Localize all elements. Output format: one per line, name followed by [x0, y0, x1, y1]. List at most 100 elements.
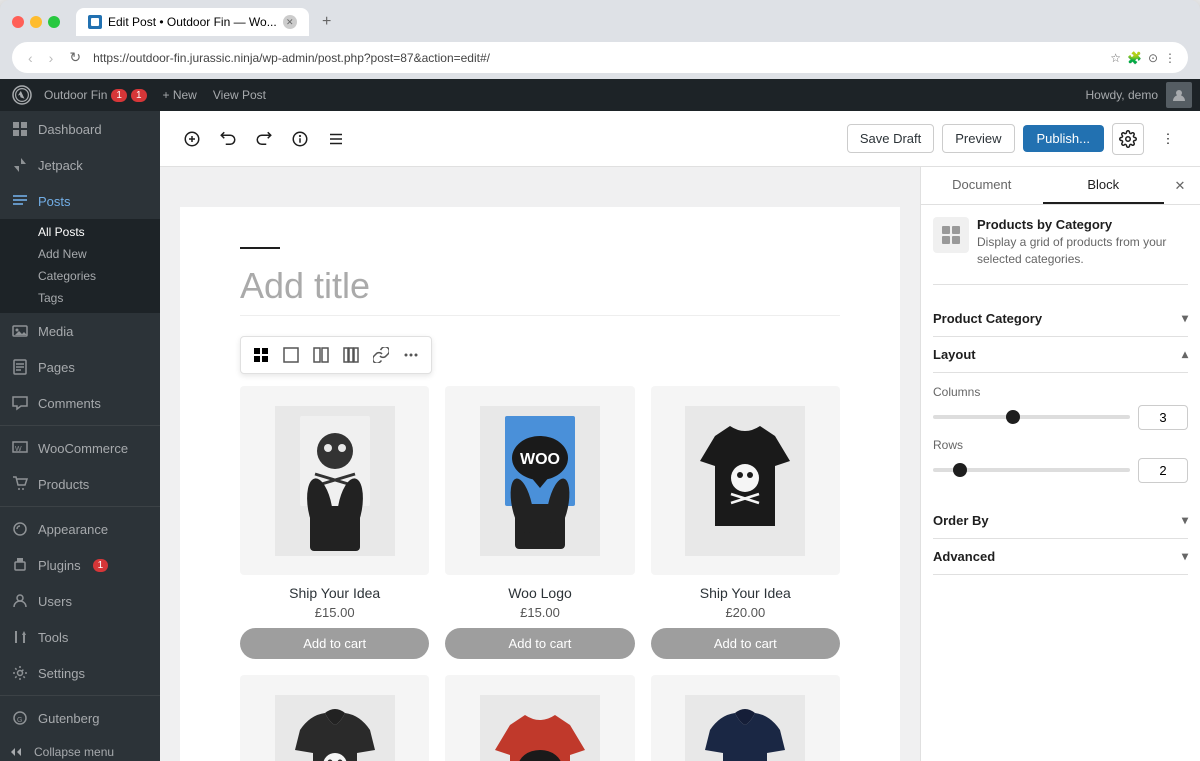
tab-bar: Edit Post • Outdoor Fin — Wo... ✕ + [76, 8, 1188, 36]
settings-icon [10, 663, 30, 683]
toolbar-right: Save Draft Preview Publish... ⋮ [847, 123, 1184, 155]
sidebar-item-posts[interactable]: Posts [0, 183, 160, 219]
block-type-switcher[interactable] [247, 341, 275, 369]
add-to-cart-button-1[interactable]: Add to cart [240, 628, 429, 659]
sidebar-item-woocommerce[interactable]: W WooCommerce [0, 430, 160, 466]
sidebar-item-tools[interactable]: Tools [0, 619, 160, 655]
add-to-cart-button-2[interactable]: Add to cart [445, 628, 634, 659]
block-toolbar [240, 336, 432, 374]
panel-close-button[interactable]: ✕ [1164, 170, 1196, 202]
sidebar-item-users[interactable]: Users [0, 583, 160, 619]
product-item-2[interactable]: WOO Woo Logo £15.00 [445, 386, 634, 659]
product-category-header[interactable]: Product Category ▾ [933, 301, 1188, 337]
block-inserter-button[interactable] [176, 123, 208, 155]
extensions-icon[interactable]: 🧩 [1127, 51, 1142, 65]
sidebar-sub-all-posts[interactable]: All Posts [0, 221, 160, 243]
block-more-button[interactable] [397, 341, 425, 369]
sidebar-sub-categories[interactable]: Categories [0, 265, 160, 287]
sidebar-item-appearance[interactable]: Appearance [0, 511, 160, 547]
gutenberg-icon: G [10, 708, 30, 728]
settings-panel-button[interactable] [1112, 123, 1144, 155]
product-name-3: Ship Your Idea [651, 585, 840, 601]
adminbar-view-post[interactable]: View Post [205, 79, 274, 111]
list-view-button[interactable] [320, 123, 352, 155]
undo-button[interactable] [212, 123, 244, 155]
columns-label: Columns [933, 385, 1188, 399]
sidebar-item-products[interactable]: Products [0, 466, 160, 502]
order-by-header[interactable]: Order By ▾ [933, 503, 1188, 539]
add-to-cart-button-3[interactable]: Add to cart [651, 628, 840, 659]
sidebar-sub-add-new[interactable]: Add New [0, 243, 160, 265]
reload-button[interactable]: ↻ [65, 47, 85, 68]
rows-input[interactable]: 2 [1138, 458, 1188, 483]
url-text[interactable]: https://outdoor-fin.jurassic.ninja/wp-ad… [93, 51, 1102, 65]
layout-header[interactable]: Layout ▴ [933, 337, 1188, 373]
product-item-5[interactable]: WOO Woo Logo £20.00 £18.00 [445, 675, 634, 761]
info-button[interactable] [284, 123, 316, 155]
preview-button[interactable]: Preview [942, 124, 1014, 153]
browser-titlebar: Edit Post • Outdoor Fin — Wo... ✕ + [0, 0, 1200, 42]
menu-icon[interactable]: ⋮ [1164, 51, 1176, 65]
plugins-badge: 1 [93, 559, 109, 572]
wordpress-ui: Outdoor Fin 1 1 + New View Post Howdy, d… [0, 79, 1200, 761]
sidebar-divider-2 [0, 506, 160, 507]
tab-block[interactable]: Block [1043, 167, 1165, 204]
adminbar-new[interactable]: + New [155, 79, 205, 111]
advanced-chevron-icon: ▾ [1182, 549, 1188, 563]
sidebar-label-plugins: Plugins [38, 558, 81, 573]
sidebar-item-media[interactable]: Media [0, 313, 160, 349]
sidebar-item-pages[interactable]: Pages [0, 349, 160, 385]
close-window-button[interactable] [12, 16, 24, 28]
new-tab-button[interactable]: + [315, 10, 339, 34]
forward-button[interactable]: › [45, 48, 58, 68]
post-title-input[interactable]: Add title [240, 265, 840, 316]
profile-icon[interactable]: ⊙ [1148, 51, 1158, 65]
minimize-window-button[interactable] [30, 16, 42, 28]
admin-avatar[interactable] [1166, 82, 1192, 108]
product-item-3[interactable]: Ship Your Idea £20.00 Add to cart [651, 386, 840, 659]
product-item-6[interactable]: Woo Woo Logo £35.00 [651, 675, 840, 761]
link-button[interactable] [367, 341, 395, 369]
order-by-chevron-icon: ▾ [1182, 513, 1188, 527]
back-button[interactable]: ‹ [24, 48, 37, 68]
svg-text:W: W [15, 446, 22, 453]
bookmark-icon[interactable]: ☆ [1110, 51, 1121, 65]
maximize-window-button[interactable] [48, 16, 60, 28]
sidebar-sub-tags[interactable]: Tags [0, 287, 160, 309]
more-options-button[interactable]: ⋮ [1152, 123, 1184, 155]
columns-slider[interactable] [933, 415, 1130, 419]
svg-text:G: G [17, 717, 22, 724]
tab-document[interactable]: Document [921, 167, 1043, 204]
advanced-header[interactable]: Advanced ▾ [933, 539, 1188, 575]
columns-input[interactable]: 3 [1138, 405, 1188, 430]
product-item-1[interactable]: Ship Your Idea £15.00 Add to cart [240, 386, 429, 659]
active-tab[interactable]: Edit Post • Outdoor Fin — Wo... ✕ [76, 8, 309, 36]
adminbar-site[interactable]: Outdoor Fin 1 1 [36, 79, 155, 111]
block-text-info: Products by Category Display a grid of p… [977, 217, 1188, 268]
sidebar-item-plugins[interactable]: Plugins 1 [0, 547, 160, 583]
order-by-label: Order By [933, 513, 989, 528]
tab-close-button[interactable]: ✕ [283, 15, 297, 29]
sidebar-item-comments[interactable]: Comments [0, 385, 160, 421]
product-image-5: WOO [445, 675, 634, 761]
rows-slider[interactable] [933, 468, 1130, 472]
sidebar-item-settings[interactable]: Settings [0, 655, 160, 691]
collapse-menu-button[interactable]: Collapse menu [0, 736, 160, 761]
sidebar-item-gutenberg[interactable]: G Gutenberg [0, 700, 160, 736]
products-icon [10, 474, 30, 494]
sidebar-item-dashboard[interactable]: Dashboard [0, 111, 160, 147]
save-draft-button[interactable]: Save Draft [847, 124, 934, 153]
grid-view-3-button[interactable] [337, 341, 365, 369]
grid-view-2-button[interactable] [307, 341, 335, 369]
sidebar-item-jetpack[interactable]: Jetpack [0, 147, 160, 183]
redo-button[interactable] [248, 123, 280, 155]
product-price-2: £15.00 [445, 605, 634, 620]
appearance-icon [10, 519, 30, 539]
wp-logo-icon[interactable] [8, 81, 36, 109]
sidebar-label-media: Media [38, 324, 73, 339]
product-item-4[interactable]: Ship Your Idea £30.00 – £35.00 [240, 675, 429, 761]
grid-view-1-button[interactable] [277, 341, 305, 369]
traffic-lights [12, 16, 60, 28]
sidebar-label-posts: Posts [38, 194, 71, 209]
publish-button[interactable]: Publish... [1023, 125, 1104, 152]
